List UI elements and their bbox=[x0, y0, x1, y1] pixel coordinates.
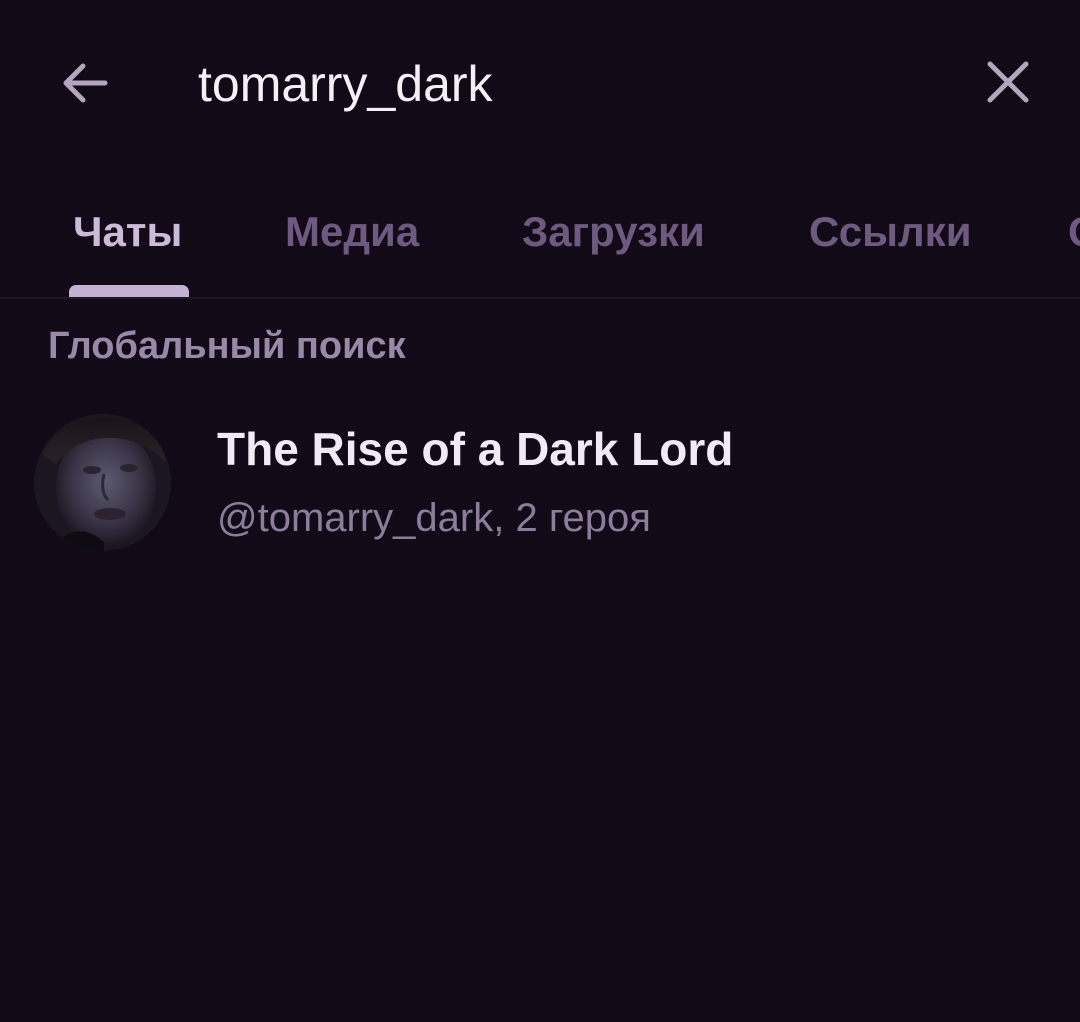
tab-media[interactable]: Медиа bbox=[285, 208, 419, 256]
back-button[interactable] bbox=[52, 50, 118, 116]
search-result-item[interactable]: The Rise of a Dark Lord @tomarry_dark, 2… bbox=[0, 398, 1080, 566]
result-subtitle: @tomarry_dark, 2 героя bbox=[217, 496, 651, 540]
user-photo-avatar bbox=[34, 414, 171, 551]
close-icon bbox=[987, 61, 1029, 103]
search-screen: Чаты Медиа Загрузки Ссылки С Глобальный … bbox=[0, 0, 1080, 1022]
arrow-left-icon bbox=[63, 63, 108, 103]
tab-downloads[interactable]: Загрузки bbox=[522, 208, 705, 256]
search-bar bbox=[0, 0, 1080, 165]
clear-search-button[interactable] bbox=[974, 48, 1042, 116]
tab-chats[interactable]: Чаты bbox=[73, 208, 182, 256]
active-tab-indicator bbox=[69, 285, 189, 297]
tab-more[interactable]: С bbox=[1068, 208, 1080, 256]
tab-links[interactable]: Ссылки bbox=[809, 208, 972, 256]
avatar bbox=[34, 414, 171, 551]
global-search-heading: Глобальный поиск bbox=[48, 325, 406, 367]
search-input[interactable] bbox=[198, 52, 898, 116]
search-tabs: Чаты Медиа Загрузки Ссылки С bbox=[0, 180, 1080, 299]
result-title: The Rise of a Dark Lord bbox=[217, 423, 734, 475]
